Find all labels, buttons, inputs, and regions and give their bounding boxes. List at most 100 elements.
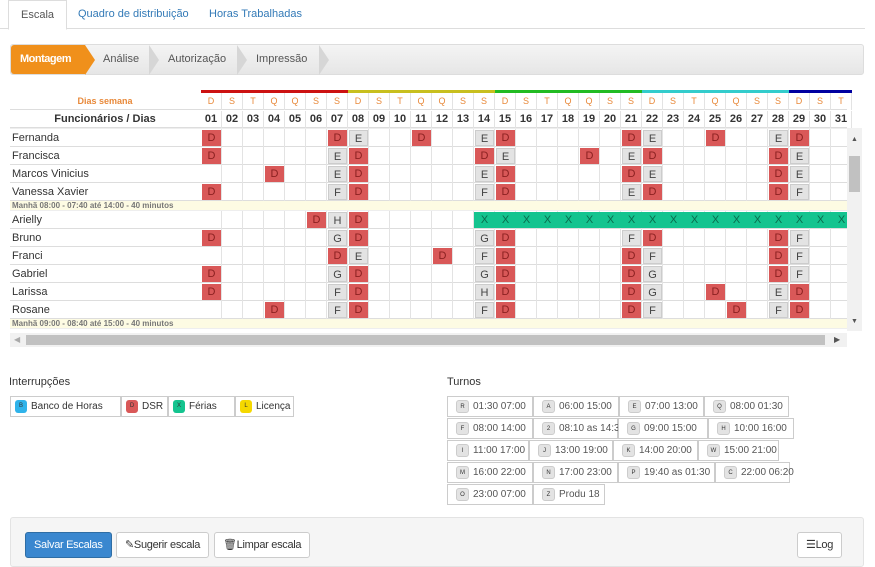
schedule-cell[interactable] xyxy=(537,183,558,201)
schedule-cell[interactable] xyxy=(579,165,600,183)
schedule-cell[interactable] xyxy=(600,183,621,201)
schedule-cell[interactable] xyxy=(453,147,474,165)
schedule-cell[interactable] xyxy=(453,129,474,147)
schedule-cell[interactable]: X xyxy=(705,211,726,229)
schedule-cell[interactable]: X xyxy=(831,211,847,229)
schedule-cell[interactable] xyxy=(411,301,432,319)
schedule-cell[interactable] xyxy=(537,147,558,165)
schedule-cell[interactable] xyxy=(390,229,411,247)
schedule-cell[interactable] xyxy=(453,229,474,247)
schedule-cell[interactable] xyxy=(537,301,558,319)
schedule-cell[interactable]: D xyxy=(768,165,789,183)
schedule-cell[interactable]: D xyxy=(327,247,348,265)
schedule-cell[interactable] xyxy=(558,183,579,201)
schedule-cell[interactable]: X xyxy=(663,211,684,229)
schedule-cell[interactable]: E xyxy=(789,165,810,183)
schedule-cell[interactable]: D xyxy=(621,247,642,265)
schedule-cell[interactable]: X xyxy=(474,211,495,229)
schedule-cell[interactable] xyxy=(390,129,411,147)
schedule-cell[interactable]: F xyxy=(621,229,642,247)
schedule-cell[interactable] xyxy=(537,229,558,247)
schedule-cell[interactable] xyxy=(411,165,432,183)
schedule-cell[interactable] xyxy=(600,247,621,265)
schedule-cell[interactable] xyxy=(369,165,390,183)
schedule-cell[interactable]: D xyxy=(348,165,369,183)
step-montagem[interactable]: Montagem xyxy=(11,45,85,74)
schedule-cell[interactable] xyxy=(684,265,705,283)
horizontal-scrollbar[interactable]: ◀ ▶ xyxy=(10,333,847,347)
schedule-cell[interactable] xyxy=(831,283,847,301)
schedule-cell[interactable]: X xyxy=(642,211,663,229)
schedule-cell[interactable] xyxy=(390,265,411,283)
schedule-cell[interactable] xyxy=(390,147,411,165)
scroll-up-icon[interactable]: ▲ xyxy=(851,136,858,143)
schedule-cell[interactable] xyxy=(306,129,327,147)
schedule-cell[interactable] xyxy=(684,129,705,147)
schedule-cell[interactable] xyxy=(600,129,621,147)
scroll-left-icon[interactable]: ◀ xyxy=(14,335,20,344)
schedule-cell[interactable]: D xyxy=(768,265,789,283)
schedule-cell[interactable] xyxy=(705,147,726,165)
schedule-cell[interactable]: D xyxy=(201,229,222,247)
schedule-cell[interactable]: F xyxy=(642,301,663,319)
schedule-cell[interactable] xyxy=(432,301,453,319)
schedule-cell[interactable]: D xyxy=(495,283,516,301)
schedule-cell[interactable] xyxy=(516,147,537,165)
schedule-cell[interactable]: E xyxy=(621,183,642,201)
schedule-cell[interactable] xyxy=(411,265,432,283)
schedule-cell[interactable] xyxy=(369,147,390,165)
schedule-cell[interactable] xyxy=(264,147,285,165)
schedule-cell[interactable] xyxy=(432,147,453,165)
schedule-cell[interactable] xyxy=(810,247,831,265)
schedule-cell[interactable] xyxy=(600,283,621,301)
schedule-cell[interactable]: X xyxy=(684,211,705,229)
schedule-cell[interactable] xyxy=(579,247,600,265)
scroll-thumb[interactable] xyxy=(849,156,860,192)
schedule-cell[interactable]: X xyxy=(726,211,747,229)
schedule-cell[interactable]: D xyxy=(201,265,222,283)
scroll-right-icon[interactable]: ▶ xyxy=(834,335,840,344)
schedule-cell[interactable] xyxy=(264,129,285,147)
schedule-cell[interactable]: F xyxy=(327,283,348,301)
schedule-cell[interactable] xyxy=(705,165,726,183)
schedule-cell[interactable] xyxy=(663,165,684,183)
schedule-cell[interactable]: D xyxy=(201,147,222,165)
schedule-cell[interactable] xyxy=(747,129,768,147)
step-analise[interactable]: Análise xyxy=(103,45,139,74)
schedule-cell[interactable] xyxy=(663,229,684,247)
schedule-cell[interactable] xyxy=(285,183,306,201)
schedule-cell[interactable] xyxy=(831,183,847,201)
schedule-cell[interactable] xyxy=(285,211,306,229)
schedule-cell[interactable] xyxy=(810,229,831,247)
schedule-cell[interactable] xyxy=(663,147,684,165)
schedule-cell[interactable] xyxy=(810,129,831,147)
schedule-cell[interactable] xyxy=(369,265,390,283)
schedule-cell[interactable]: D xyxy=(411,129,432,147)
schedule-cell[interactable] xyxy=(684,283,705,301)
schedule-cell[interactable] xyxy=(369,129,390,147)
schedule-cell[interactable] xyxy=(726,247,747,265)
schedule-cell[interactable]: D xyxy=(495,129,516,147)
tab-horas-trabalhadas[interactable]: Horas Trabalhadas xyxy=(197,4,314,29)
schedule-cell[interactable]: X xyxy=(768,211,789,229)
schedule-cell[interactable] xyxy=(264,283,285,301)
schedule-cell[interactable] xyxy=(285,283,306,301)
schedule-cell[interactable] xyxy=(558,147,579,165)
schedule-cell[interactable] xyxy=(747,147,768,165)
schedule-cell[interactable] xyxy=(390,165,411,183)
schedule-cell[interactable]: H xyxy=(474,283,495,301)
schedule-cell[interactable]: G xyxy=(642,265,663,283)
schedule-cell[interactable]: D xyxy=(348,283,369,301)
schedule-cell[interactable]: D xyxy=(348,229,369,247)
schedule-cell[interactable] xyxy=(222,283,243,301)
schedule-cell[interactable] xyxy=(516,229,537,247)
schedule-cell[interactable]: D xyxy=(768,247,789,265)
schedule-cell[interactable] xyxy=(684,247,705,265)
schedule-cell[interactable] xyxy=(579,129,600,147)
schedule-cell[interactable]: D xyxy=(495,265,516,283)
schedule-cell[interactable]: D xyxy=(432,247,453,265)
schedule-cell[interactable] xyxy=(285,129,306,147)
schedule-cell[interactable] xyxy=(390,211,411,229)
clear-button[interactable]: 🗑Limpar escala xyxy=(214,532,311,558)
schedule-cell[interactable]: D xyxy=(327,129,348,147)
